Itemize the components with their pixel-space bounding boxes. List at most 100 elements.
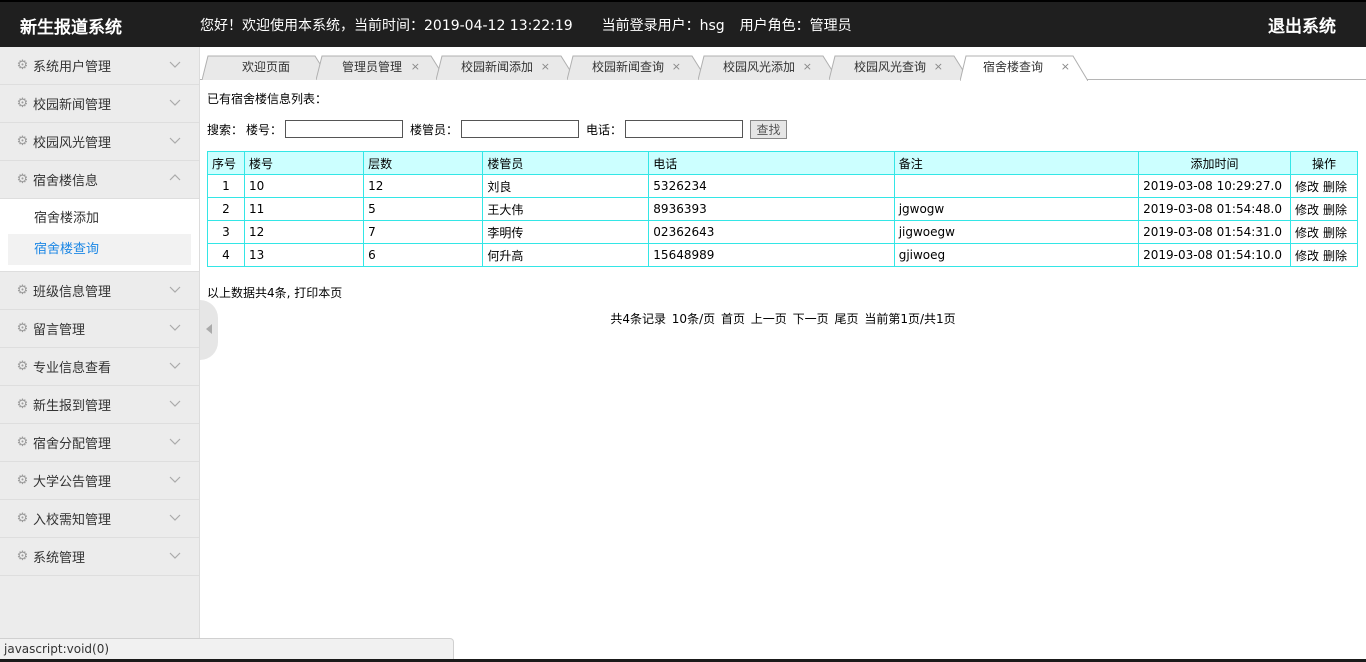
sidebar-item-system-users[interactable]: ⚙ 系统用户管理 bbox=[0, 47, 199, 85]
col-time: 添加时间 bbox=[1138, 151, 1291, 175]
close-icon[interactable]: × bbox=[934, 55, 943, 79]
sidebar-item-campus-scenery[interactable]: ⚙ 校园风光管理 bbox=[0, 123, 199, 161]
sidebar-item-dorm-assign[interactable]: ⚙ 宿舍分配管理 bbox=[0, 424, 199, 462]
sidebar-item-label: 留言管理 bbox=[33, 323, 86, 338]
user-role: 管理员 bbox=[809, 18, 852, 34]
edit-link[interactable]: 修改 bbox=[1295, 249, 1319, 263]
pager-last[interactable]: 尾页 bbox=[834, 312, 858, 326]
cell-note bbox=[893, 174, 1140, 198]
cell-phone: 15648989 bbox=[648, 243, 895, 267]
browser-status-bar: javascript:void(0) bbox=[0, 638, 454, 660]
sidebar-item-admission-notice[interactable]: ⚙ 入校需知管理 bbox=[0, 500, 199, 538]
tab-news-query[interactable]: 校园新闻查询 × bbox=[567, 55, 707, 80]
gear-icon: ⚙ bbox=[16, 134, 29, 149]
cell-phone: 5326234 bbox=[648, 174, 895, 198]
gear-icon: ⚙ bbox=[16, 58, 29, 73]
cell-ops: 修改 删除 bbox=[1289, 220, 1359, 244]
close-icon[interactable]: × bbox=[803, 55, 812, 79]
col-phone: 电话 bbox=[648, 151, 895, 175]
sidebar-item-label: 入校需知管理 bbox=[33, 513, 112, 528]
close-icon[interactable]: × bbox=[541, 55, 550, 79]
list-title: 已有宿舍楼信息列表： bbox=[207, 92, 328, 106]
cell-time: 2019-03-08 10:29:27.0 bbox=[1138, 174, 1291, 198]
tab-dorm-query[interactable]: 宿舍楼查询 × bbox=[960, 55, 1088, 81]
delete-link[interactable]: 删除 bbox=[1323, 249, 1347, 263]
edit-link[interactable]: 修改 bbox=[1295, 203, 1319, 217]
cell-time: 2019-03-08 01:54:10.0 bbox=[1138, 243, 1291, 267]
pager-total: 共4条记录 bbox=[610, 312, 666, 326]
pagination: 共4条记录 10条/页 首页 上一页 下一页 尾页 当前第1页/共1页 bbox=[207, 310, 1359, 327]
user-label: 当前登录用户： bbox=[601, 18, 700, 34]
close-icon[interactable]: × bbox=[1061, 55, 1070, 79]
building-input[interactable] bbox=[285, 120, 404, 138]
sidebar-item-announcements[interactable]: ⚙ 大学公告管理 bbox=[0, 462, 199, 500]
tab-label: 校园风光添加 bbox=[722, 60, 795, 74]
sidebar-item-label: 专业信息查看 bbox=[33, 361, 112, 376]
sidebar-item-dormitory[interactable]: ⚙ 宿舍楼信息 bbox=[0, 161, 199, 199]
tab-welcome[interactable]: 欢迎页面 bbox=[202, 55, 330, 80]
tab-label: 管理员管理 bbox=[341, 60, 402, 74]
sidebar-item-major-info[interactable]: ⚙ 专业信息查看 bbox=[0, 348, 199, 386]
pager-next[interactable]: 下一页 bbox=[793, 312, 829, 326]
table-row: 2 11 5 王大伟 8936393 jgwogw 2019-03-08 01:… bbox=[207, 197, 1359, 221]
manager-input[interactable] bbox=[461, 120, 580, 138]
role-label: 用户角色： bbox=[739, 18, 810, 34]
sidebar-item-messages[interactable]: ⚙ 留言管理 bbox=[0, 310, 199, 348]
cell-manager: 刘良 bbox=[482, 174, 650, 198]
sidebar-item-class-info[interactable]: ⚙ 班级信息管理 bbox=[0, 272, 199, 310]
edit-link[interactable]: 修改 bbox=[1295, 180, 1319, 194]
phone-input[interactable] bbox=[625, 120, 744, 138]
sidebar-subitem-dorm-query[interactable]: 宿舍楼查询 bbox=[8, 234, 191, 265]
current-user: hsg bbox=[699, 18, 725, 34]
tab-label: 校园风光查询 bbox=[853, 60, 926, 74]
tab-admin-manage[interactable]: 管理员管理 × bbox=[316, 55, 446, 80]
chevron-down-icon bbox=[169, 58, 181, 70]
table-header-row: 序号 楼号 层数 楼管员 电话 备注 添加时间 操作 bbox=[207, 151, 1359, 175]
chevron-down-icon bbox=[169, 321, 181, 333]
welcome-text: 您好！欢迎使用本系统，当前时间： bbox=[200, 18, 424, 34]
pager-first[interactable]: 首页 bbox=[721, 312, 745, 326]
tab-scenery-query[interactable]: 校园风光查询 × bbox=[829, 55, 969, 80]
pager-prev[interactable]: 上一页 bbox=[751, 312, 787, 326]
delete-link[interactable]: 删除 bbox=[1323, 203, 1347, 217]
tab-news-add[interactable]: 校园新闻添加 × bbox=[436, 55, 576, 80]
cell-floors: 5 bbox=[363, 197, 484, 221]
sidebar-item-label: 大学公告管理 bbox=[33, 475, 112, 490]
close-icon[interactable]: × bbox=[672, 55, 681, 79]
phone-label: 电话： bbox=[586, 122, 623, 137]
cell-manager: 何升高 bbox=[482, 243, 650, 267]
sidebar-item-label: 宿舍分配管理 bbox=[33, 437, 112, 452]
dormitory-submenu: 宿舍楼添加 宿舍楼查询 bbox=[0, 199, 199, 272]
gear-icon: ⚙ bbox=[16, 397, 29, 412]
cell-ops: 修改 删除 bbox=[1289, 197, 1359, 221]
manager-label: 楼管员： bbox=[410, 122, 459, 137]
cell-note: jgwogw bbox=[893, 197, 1140, 221]
cell-building: 11 bbox=[243, 197, 365, 221]
delete-link[interactable]: 删除 bbox=[1323, 180, 1347, 194]
cell-building: 13 bbox=[243, 243, 365, 267]
sidebar-item-campus-news[interactable]: ⚙ 校园新闻管理 bbox=[0, 85, 199, 123]
sidebar-item-enrollment[interactable]: ⚙ 新生报到管理 bbox=[0, 386, 199, 424]
cell-no: 2 bbox=[207, 197, 245, 221]
sidebar-item-system[interactable]: ⚙ 系统管理 bbox=[0, 538, 199, 576]
chevron-down-icon bbox=[169, 96, 181, 108]
sidebar-item-label: 校园风光管理 bbox=[33, 136, 112, 151]
sidebar-item-label: 新生报到管理 bbox=[33, 399, 112, 414]
sidebar-item-label: 系统用户管理 bbox=[33, 60, 112, 75]
cell-ops: 修改 删除 bbox=[1289, 243, 1359, 267]
close-icon[interactable]: × bbox=[411, 55, 420, 79]
main-content: 已有宿舍楼信息列表： 搜索： 楼号： 楼管员： 电话： 查找 序号 楼号 层数 … bbox=[207, 90, 1359, 327]
search-button[interactable]: 查找 bbox=[750, 119, 788, 139]
cell-ops: 修改 删除 bbox=[1289, 174, 1359, 198]
edit-link[interactable]: 修改 bbox=[1295, 226, 1319, 240]
gear-icon: ⚙ bbox=[16, 96, 29, 111]
chevron-down-icon bbox=[169, 511, 181, 523]
logout-button[interactable]: 退出系统 bbox=[1268, 12, 1336, 37]
cell-no: 1 bbox=[207, 174, 245, 198]
delete-link[interactable]: 删除 bbox=[1323, 226, 1347, 240]
col-ops: 操作 bbox=[1289, 151, 1359, 175]
tab-scenery-add[interactable]: 校园风光添加 × bbox=[698, 55, 838, 80]
table-row: 1 10 12 刘良 5326234 2019-03-08 10:29:27.0… bbox=[207, 174, 1359, 198]
current-time: 2019-04-12 13:22:19 bbox=[424, 18, 573, 34]
sidebar-subitem-dorm-add[interactable]: 宿舍楼添加 bbox=[8, 203, 191, 234]
